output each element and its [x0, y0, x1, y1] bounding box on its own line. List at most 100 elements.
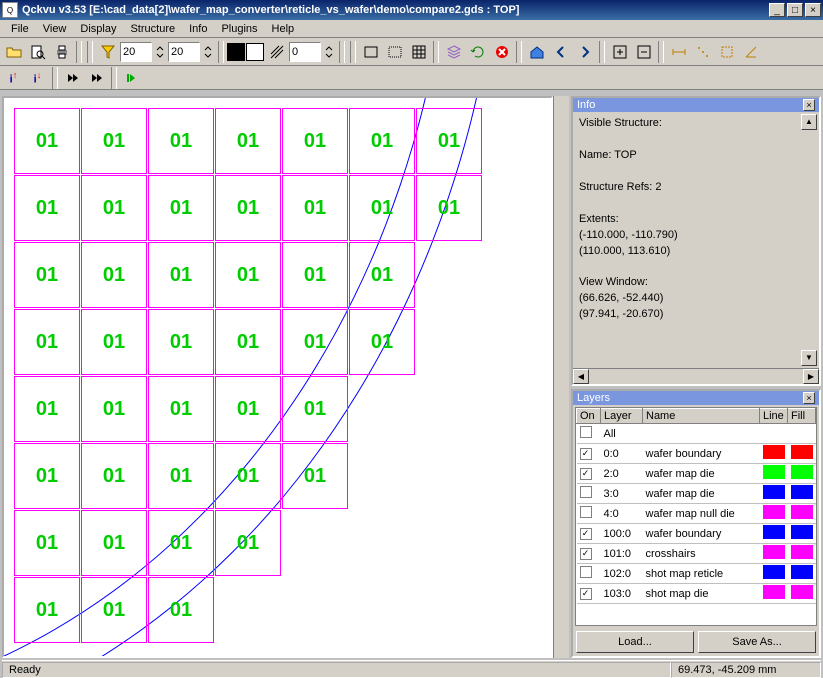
stop-button[interactable]	[490, 41, 513, 63]
layers-col-layer[interactable]: Layer	[601, 409, 643, 424]
layer-line-swatch[interactable]	[763, 485, 785, 499]
layer-checkbox[interactable]: ✓	[580, 548, 592, 560]
layer-fill-swatch[interactable]	[791, 505, 813, 519]
info-close-button[interactable]: ×	[803, 99, 815, 111]
grid-button[interactable]	[407, 41, 430, 63]
info-panel-title[interactable]: Info ×	[573, 98, 819, 112]
layers-close-button[interactable]: ×	[803, 392, 815, 404]
menu-help[interactable]: Help	[265, 22, 302, 36]
color-swatch-2[interactable]	[246, 43, 264, 61]
info-horizontal-scrollbar[interactable]: ◀ ▶	[573, 368, 819, 384]
layer-checkbox[interactable]: ✓	[580, 528, 592, 540]
layer-row[interactable]: ✓103:0shot map die	[577, 584, 816, 604]
measure-angle-button[interactable]	[739, 41, 762, 63]
spin2-buttons[interactable]	[201, 41, 215, 63]
layer-fill-swatch[interactable]	[791, 545, 813, 559]
open-button[interactable]	[2, 41, 25, 63]
layers-col-line[interactable]: Line	[760, 409, 788, 424]
layer-checkbox[interactable]	[580, 566, 592, 578]
layer-line-swatch[interactable]	[763, 585, 785, 599]
refresh-button[interactable]	[466, 41, 489, 63]
preview-button[interactable]	[26, 41, 49, 63]
info-hscroll-right[interactable]: ▶	[803, 369, 819, 384]
layer-checkbox[interactable]	[580, 426, 592, 438]
rect-solid-button[interactable]	[359, 41, 382, 63]
info2-button[interactable]: i↓	[26, 67, 49, 89]
hatch-button[interactable]	[265, 41, 288, 63]
layer-line-swatch[interactable]	[763, 425, 785, 439]
menu-view[interactable]: View	[36, 22, 74, 36]
skip-button[interactable]	[120, 67, 143, 89]
minimize-button[interactable]: _	[769, 3, 785, 17]
spin1-buttons[interactable]	[153, 41, 167, 63]
canvas[interactable]: 0101010101010101010101010101010101010101…	[2, 96, 553, 658]
fastfwd1-button[interactable]	[61, 67, 84, 89]
layers-col-name[interactable]: Name	[643, 409, 760, 424]
save-as-button[interactable]: Save As...	[698, 631, 816, 653]
layer-fill-swatch[interactable]	[791, 445, 813, 459]
layer-row[interactable]: ✓0:0wafer boundary	[577, 444, 816, 464]
info-hscroll-left[interactable]: ◀	[573, 369, 589, 384]
layer-checkbox[interactable]	[580, 506, 592, 518]
measure-box-button[interactable]	[715, 41, 738, 63]
layer-checkbox[interactable]	[580, 486, 592, 498]
layer-fill-swatch[interactable]	[791, 425, 813, 439]
layer-row[interactable]: 4:0wafer map null die	[577, 504, 816, 524]
layer-line-swatch[interactable]	[763, 525, 785, 539]
filter-value-1[interactable]: 20	[120, 42, 152, 62]
zoom-out-button[interactable]	[632, 41, 655, 63]
menu-plugins[interactable]: Plugins	[214, 22, 264, 36]
load-button[interactable]: Load...	[576, 631, 694, 653]
layers-col-fill[interactable]: Fill	[788, 409, 816, 424]
layer-line-swatch[interactable]	[763, 445, 785, 459]
measure-dots-button[interactable]	[691, 41, 714, 63]
layer-row[interactable]: ✓100:0wafer boundary	[577, 524, 816, 544]
rect-dotted-button[interactable]	[383, 41, 406, 63]
layer-row[interactable]: 3:0wafer map die	[577, 484, 816, 504]
info-scroll-down[interactable]: ▼	[801, 350, 817, 366]
layer-fill-swatch[interactable]	[791, 525, 813, 539]
close-button[interactable]: ×	[805, 3, 821, 17]
layer-line-swatch[interactable]	[763, 465, 785, 479]
layers-col-on[interactable]: On	[577, 409, 601, 424]
layer-line-swatch[interactable]	[763, 565, 785, 579]
spin3-buttons[interactable]	[322, 41, 336, 63]
hatch-value[interactable]: 0	[289, 42, 321, 62]
layer-line-swatch[interactable]	[763, 505, 785, 519]
layer-fill-swatch[interactable]	[791, 585, 813, 599]
layer-row[interactable]: ✓101:0crosshairs	[577, 544, 816, 564]
info1-button[interactable]: i↑	[2, 67, 25, 89]
measure-h-button[interactable]	[667, 41, 690, 63]
layer-fill-swatch[interactable]	[791, 565, 813, 579]
filter-button[interactable]	[96, 41, 119, 63]
layer-checkbox[interactable]: ✓	[580, 588, 592, 600]
nav-right-button[interactable]	[573, 41, 596, 63]
home-button[interactable]	[525, 41, 548, 63]
die-cell: 01	[14, 376, 80, 442]
layer-row[interactable]: ✓2:0wafer map die	[577, 464, 816, 484]
menu-display[interactable]: Display	[73, 22, 123, 36]
layer-fill-swatch[interactable]	[791, 465, 813, 479]
layer-row[interactable]: 102:0shot map reticle	[577, 564, 816, 584]
filter-value-2[interactable]: 20	[168, 42, 200, 62]
die-cell: 01	[81, 309, 147, 375]
layer-fill-swatch[interactable]	[791, 485, 813, 499]
fastfwd2-button[interactable]	[85, 67, 108, 89]
maximize-button[interactable]: □	[787, 3, 803, 17]
zoom-in-button[interactable]	[608, 41, 631, 63]
layer-row[interactable]: All	[577, 424, 816, 444]
layers-stack-button[interactable]	[442, 41, 465, 63]
menu-info[interactable]: Info	[182, 22, 214, 36]
menu-structure[interactable]: Structure	[123, 22, 182, 36]
color-swatch-1[interactable]	[227, 43, 245, 61]
info-scroll-up[interactable]: ▲	[801, 114, 817, 130]
print-button[interactable]	[50, 41, 73, 63]
layer-checkbox[interactable]: ✓	[580, 448, 592, 460]
die-cell: 01	[416, 175, 482, 241]
layer-checkbox[interactable]: ✓	[580, 468, 592, 480]
layers-panel-title[interactable]: Layers ×	[573, 391, 819, 405]
layer-line-swatch[interactable]	[763, 545, 785, 559]
menu-file[interactable]: File	[4, 22, 36, 36]
nav-left-button[interactable]	[549, 41, 572, 63]
canvas-vertical-scrollbar[interactable]	[553, 96, 569, 658]
